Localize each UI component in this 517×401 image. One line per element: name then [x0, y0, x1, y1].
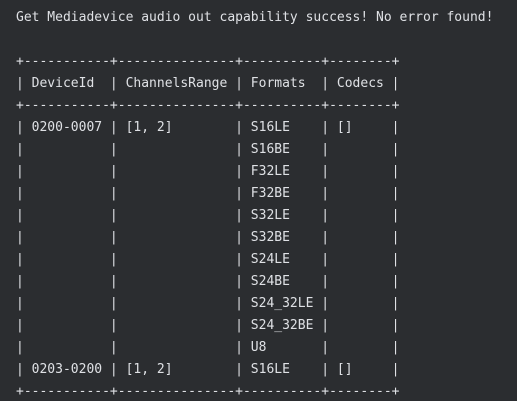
table-row: | | | S24_32LE | | — [16, 296, 400, 311]
status-message: Get Mediadevice audio out capability suc… — [16, 10, 494, 25]
table-row: | 0203-0200 | [1, 2] | S16LE | [] | — [16, 362, 400, 377]
terminal-output: Get Mediadevice audio out capability suc… — [0, 0, 517, 401]
table-row: | | | S32BE | | — [16, 230, 400, 245]
table-row: | 0200-0007 | [1, 2] | S16LE | [] | — [16, 120, 400, 135]
table-row: | | | F32LE | | — [16, 164, 400, 179]
table-row: | | | S24_32BE | | — [16, 318, 400, 333]
table-border-top: +-----------+---------------+----------+… — [16, 54, 400, 69]
table-header-row: | DeviceId | ChannelsRange | Formats | C… — [16, 76, 400, 91]
table-row: | | | S24LE | | — [16, 252, 400, 267]
table-row: | | | S24BE | | — [16, 274, 400, 289]
table-row: | | | S16BE | | — [16, 142, 400, 157]
table-border-header: +-----------+---------------+----------+… — [16, 98, 400, 113]
table-row: | | | S32LE | | — [16, 208, 400, 223]
table-border-bottom: +-----------+---------------+----------+… — [16, 384, 400, 399]
table-row: | | | F32BE | | — [16, 186, 400, 201]
table-row: | | | U8 | | — [16, 340, 400, 355]
